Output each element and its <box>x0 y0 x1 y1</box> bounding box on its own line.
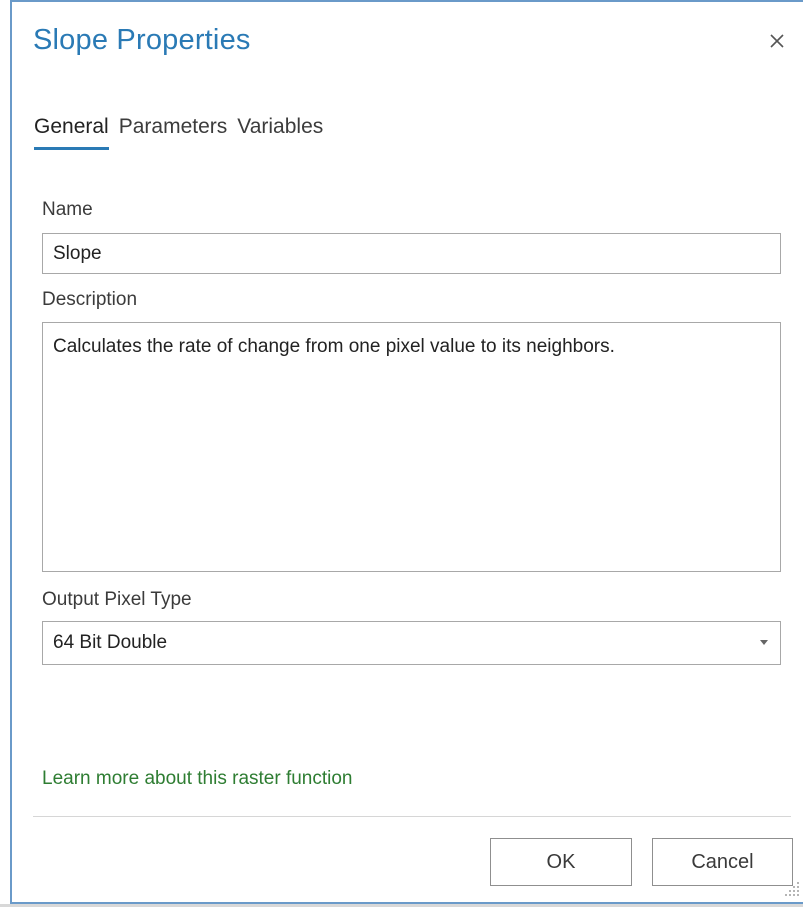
ok-button[interactable]: OK <box>490 838 632 886</box>
resize-grip-icon[interactable] <box>785 878 801 900</box>
output-pixel-type-label: Output Pixel Type <box>42 589 192 610</box>
dropdown-arrow-icon <box>760 622 768 664</box>
output-pixel-type-select[interactable]: 64 Bit Double <box>42 621 781 665</box>
name-label: Name <box>42 199 93 220</box>
window-border-top <box>10 0 803 2</box>
description-textarea[interactable]: Calculates the rate of change from one p… <box>42 322 781 572</box>
learn-more-link[interactable]: Learn more about this raster function <box>42 768 353 790</box>
close-icon <box>769 33 785 54</box>
cancel-button[interactable]: Cancel <box>652 838 793 886</box>
description-label: Description <box>42 289 138 310</box>
tab-general[interactable]: General <box>34 112 119 150</box>
name-input[interactable]: Slope <box>42 233 781 274</box>
window-border-left <box>10 0 12 904</box>
tab-bar: General Parameters Variables <box>34 112 333 152</box>
tab-parameters[interactable]: Parameters <box>119 112 238 150</box>
close-button[interactable] <box>762 28 792 58</box>
footer-divider <box>33 816 791 817</box>
dialog-title: Slope Properties <box>33 24 251 56</box>
dialog-window: Slope Properties General Parameters Vari… <box>0 0 803 907</box>
output-pixel-type-value: 64 Bit Double <box>53 632 168 653</box>
tab-variables[interactable]: Variables <box>237 112 333 150</box>
